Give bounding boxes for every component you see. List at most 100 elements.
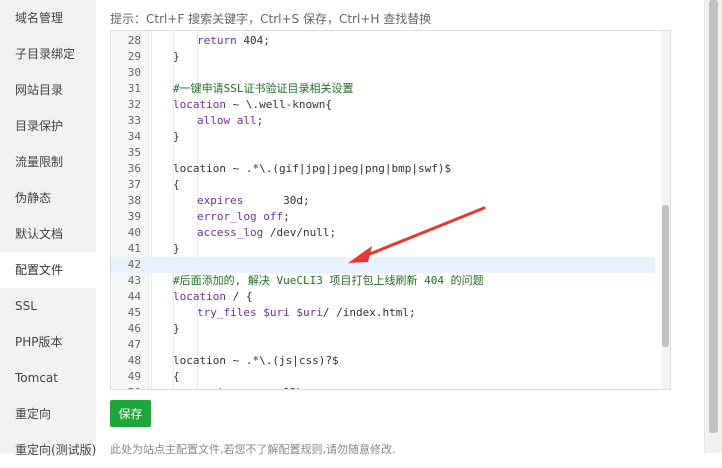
page-scrollbar[interactable] — [704, 0, 722, 453]
line-number: 47 — [127, 338, 141, 351]
line-number: 42 — [127, 258, 141, 271]
code-token: access_log — [197, 226, 264, 239]
config-panel: 提示：Ctrl+F 搜索关键字，Ctrl+S 保存，Ctrl+H 查找替换 28… — [96, 0, 722, 456]
code-line[interactable]: 33 allow all; — [111, 113, 655, 129]
code-text: location ~ .*\.(js|css)?$ — [173, 353, 339, 369]
code-text: location ~ \.well-known{ — [173, 97, 332, 113]
shortcut-hint: 提示：Ctrl+F 搜索关键字，Ctrl+S 保存，Ctrl+H 查找替换 — [110, 12, 432, 26]
code-token: / { — [225, 290, 253, 303]
code-text: location ~ .*\.(gif|jpg|jpeg|png|bmp|swf… — [173, 161, 451, 177]
editor-scrollbar-thumb[interactable] — [662, 205, 669, 347]
sidebar-item[interactable]: 伪静态 — [0, 180, 96, 216]
page-scrollbar-thumb[interactable] — [709, 0, 718, 433]
code-line[interactable]: 31 #一键申请SSL证书验证目录相关设置 — [111, 81, 655, 97]
sidebar-item[interactable]: 配置文件 — [0, 252, 96, 288]
sidebar-item[interactable]: PHP版本 — [0, 324, 96, 360]
code-token: ; — [283, 210, 290, 223]
sidebar-item[interactable]: 重定向(测试版) — [0, 432, 96, 468]
line-number: 37 — [127, 178, 141, 191]
code-token: expires — [197, 386, 243, 389]
code-line[interactable]: 29} — [111, 49, 655, 65]
code-text: error_log off; — [197, 209, 290, 225]
code-token: #后面添加的, 解决 VueCLI3 项目打包上线刷新 404 的问题 — [173, 274, 484, 287]
code-line[interactable]: 37 { — [111, 177, 655, 193]
code-line[interactable]: 38 expires 30d; — [111, 193, 655, 209]
code-token: location — [173, 98, 226, 111]
code-line[interactable]: 48 location ~ .*\.(js|css)?$ — [111, 353, 655, 369]
code-token: all — [236, 114, 257, 127]
code-token: $uri — [263, 306, 290, 319]
code-token: expires — [197, 194, 244, 207]
code-text: expires 30d; — [197, 193, 310, 209]
line-number: 31 — [127, 82, 141, 95]
code-token: 404; — [236, 34, 270, 47]
line-number: 44 — [127, 290, 141, 303]
code-text: location / { — [173, 289, 252, 305]
code-token: location — [173, 290, 226, 303]
code-line[interactable]: 44 location / { — [111, 289, 655, 305]
code-token: allow — [197, 114, 231, 127]
line-number: 46 — [127, 322, 141, 335]
code-line[interactable]: 35 — [111, 145, 655, 161]
sidebar-item[interactable]: Tomcat — [0, 360, 96, 396]
code-token: 12h; — [243, 386, 310, 389]
code-line[interactable]: 32 location ~ \.well-known{ — [111, 97, 655, 113]
code-line[interactable]: 46} — [111, 321, 655, 337]
code-line[interactable]: 50 expires 12h; — [111, 385, 655, 389]
save-button[interactable]: 保存 — [110, 400, 151, 427]
editor-scrollbar[interactable] — [661, 31, 670, 389]
code-token: } — [173, 242, 180, 255]
code-line[interactable]: 49 { — [111, 369, 655, 385]
code-line[interactable]: 43 #后面添加的, 解决 VueCLI3 项目打包上线刷新 404 的问题 — [111, 273, 655, 289]
code-text: expires 12h; — [197, 385, 310, 389]
line-number: 38 — [127, 194, 141, 207]
code-text: try_files $uri $uri/ /index.html; — [197, 305, 416, 321]
sidebar-item[interactable]: 子目录绑定 — [0, 36, 96, 72]
line-number: 48 — [127, 354, 141, 367]
sidebar-item[interactable]: 重定向 — [0, 396, 96, 432]
sidebar-item[interactable]: 网站目录 — [0, 72, 96, 108]
line-number: 41 — [127, 242, 141, 255]
sidebar-item[interactable]: 目录保护 — [0, 108, 96, 144]
code-token: /dev/null; — [263, 226, 337, 239]
code-text: return 404; — [197, 33, 270, 49]
sidebar: 域名管理 子目录绑定 网站目录 目录保护 流量限制 伪静态 默认文档 配置文件 SSL PHP版本… — [0, 0, 96, 457]
line-number: 34 — [127, 130, 141, 143]
line-number: 50 — [111, 385, 141, 389]
sidebar-item[interactable]: 默认文档 — [0, 216, 96, 252]
sidebar-item[interactable]: 域名管理 — [0, 0, 96, 36]
code-token: } — [173, 50, 180, 63]
code-text: access_log /dev/null; — [197, 225, 336, 241]
code-line[interactable]: 39 error_log off; — [111, 209, 655, 225]
code-token: try_files — [197, 306, 257, 319]
code-line[interactable]: 30 — [111, 65, 655, 81]
code-line[interactable]: 40 access_log /dev/null; — [111, 225, 655, 241]
code-line[interactable]: 42 — [111, 257, 655, 273]
code-line[interactable]: 47 — [111, 337, 655, 353]
code-token: error_log — [197, 210, 257, 223]
code-token: ~ \.well-known{ — [225, 98, 332, 111]
code-line[interactable]: 41} — [111, 241, 655, 257]
code-token: #一键申请SSL证书验证目录相关设置 — [173, 82, 354, 95]
code-line[interactable]: 36 location ~ .*\.(gif|jpg|jpeg|png|bmp|s… — [111, 161, 655, 177]
code-line[interactable]: 45 try_files $uri $uri/ /index.html; — [111, 305, 655, 321]
code-token: return — [197, 34, 237, 47]
line-number: 40 — [127, 226, 141, 239]
code-line[interactable]: 28 return 404; — [111, 33, 655, 49]
code-line[interactable]: 34} — [111, 129, 655, 145]
code-token: location ~ .*\.(gif|jpg|jpeg|png|bmp|swf… — [173, 162, 452, 175]
line-number: 33 — [127, 114, 141, 127]
code-token: / /index.html; — [322, 306, 416, 319]
line-number: 29 — [127, 50, 141, 63]
code-text: } — [173, 321, 180, 337]
code-text: #后面添加的, 解决 VueCLI3 项目打包上线刷新 404 的问题 — [173, 273, 484, 289]
sidebar-item[interactable]: SSL — [0, 288, 96, 324]
line-number: 49 — [127, 370, 141, 383]
code-token: location ~ .*\.(js|css)?$ — [173, 354, 339, 367]
line-number: 39 — [127, 210, 141, 223]
sidebar-item[interactable]: 流量限制 — [0, 144, 96, 180]
code-text: allow all; — [197, 113, 263, 129]
code-editor[interactable]: 28 return 404; 29} 30 31 #一键申请SSL证书验证目录相关设置 32… — [110, 30, 671, 390]
code-text: } — [173, 49, 180, 65]
